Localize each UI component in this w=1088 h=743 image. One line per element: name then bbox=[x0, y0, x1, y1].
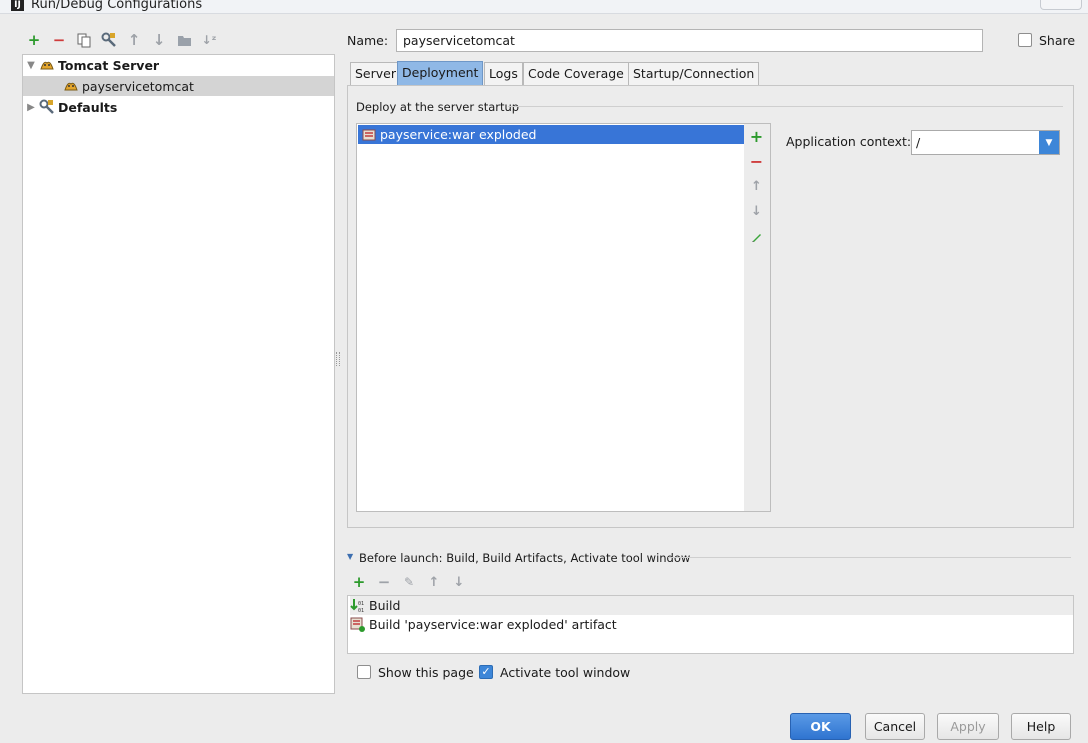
share-label: Share bbox=[1039, 33, 1076, 48]
tree-item-tomcat-server[interactable]: ▼ Tomcat Server bbox=[23, 55, 334, 75]
window-title: Run/Debug Configurations bbox=[31, 0, 203, 12]
svg-text:01: 01 bbox=[358, 601, 364, 607]
show-this-page-checkbox[interactable] bbox=[357, 665, 371, 679]
tab-server[interactable]: Server bbox=[350, 62, 401, 85]
app-icon: IJ bbox=[11, 0, 24, 11]
application-context-combo[interactable]: / ▼ bbox=[911, 130, 1060, 155]
group-divider bbox=[508, 106, 1063, 107]
move-up-icon[interactable]: ↑ bbox=[425, 573, 443, 591]
svg-text:01: 01 bbox=[358, 608, 364, 614]
application-context-value: / bbox=[916, 135, 921, 150]
cancel-button[interactable]: Cancel bbox=[865, 713, 925, 740]
list-item-label: Build bbox=[369, 598, 401, 613]
list-item-label: Build 'payservice:war exploded' artifact bbox=[369, 617, 617, 632]
window-close-button[interactable] bbox=[1040, 0, 1082, 10]
name-label: Name: bbox=[347, 33, 389, 48]
tab-logs[interactable]: Logs bbox=[484, 62, 523, 85]
activate-tool-window-label: Activate tool window bbox=[500, 665, 631, 680]
tree-item-payservicetomcat[interactable]: payservicetomcat bbox=[23, 76, 334, 96]
pencil-icon[interactable] bbox=[744, 224, 769, 249]
share-checkbox[interactable] bbox=[1018, 33, 1032, 47]
configuration-tree[interactable]: ▼ Tomcat Server payservicetomcat ▶ Defau… bbox=[22, 54, 335, 694]
tree-item-defaults[interactable]: ▶ Defaults bbox=[23, 97, 334, 117]
add-icon[interactable]: + bbox=[350, 573, 368, 591]
collapse-arrow-icon[interactable]: ▼ bbox=[347, 552, 353, 561]
move-down-icon[interactable]: ↓ bbox=[150, 31, 168, 49]
help-button[interactable]: Help bbox=[1011, 713, 1071, 740]
application-context-label: Application context: bbox=[786, 134, 912, 149]
list-item[interactable]: payservice:war exploded bbox=[358, 125, 744, 144]
tomcat-config-icon bbox=[63, 78, 79, 94]
copy-icon[interactable] bbox=[75, 31, 93, 49]
list-item-label: payservice:war exploded bbox=[380, 127, 537, 142]
tab-code-coverage[interactable]: Code Coverage bbox=[523, 62, 629, 85]
tomcat-icon bbox=[39, 57, 55, 73]
tree-label-payservicetomcat: payservicetomcat bbox=[82, 78, 194, 94]
move-up-icon[interactable]: ↑ bbox=[744, 174, 769, 199]
ok-button[interactable]: OK bbox=[790, 713, 851, 740]
build-icon: 01 01 bbox=[350, 598, 366, 614]
expand-arrow-icon[interactable]: ▶ bbox=[23, 102, 39, 113]
sort-icon[interactable]: ↓ᶻ bbox=[200, 31, 218, 49]
remove-icon[interactable]: − bbox=[50, 31, 68, 49]
build-artifact-icon bbox=[350, 617, 366, 633]
deployment-list[interactable]: payservice:war exploded bbox=[356, 123, 745, 512]
remove-icon[interactable]: − bbox=[375, 573, 393, 591]
tab-startup-connection[interactable]: Startup/Connection bbox=[628, 62, 760, 85]
move-down-icon[interactable]: ↓ bbox=[744, 199, 769, 224]
activate-tool-window-checkbox[interactable]: ✓ bbox=[479, 665, 493, 679]
tree-label-defaults: Defaults bbox=[58, 99, 118, 115]
deploy-group-title: Deploy at the server startup bbox=[356, 100, 520, 114]
wrench-icon bbox=[39, 99, 55, 115]
add-icon[interactable]: + bbox=[744, 124, 769, 149]
name-field[interactable]: payservicetomcat bbox=[396, 29, 983, 52]
before-launch-title[interactable]: Before launch: Build, Build Artifacts, A… bbox=[359, 551, 690, 565]
tree-label-tomcat-server: Tomcat Server bbox=[58, 57, 160, 73]
artifact-icon bbox=[361, 127, 377, 143]
show-this-page-label: Show this page bbox=[378, 665, 474, 680]
collapse-arrow-icon[interactable]: ▼ bbox=[23, 60, 39, 71]
apply-button[interactable]: Apply bbox=[937, 713, 999, 740]
before-launch-divider bbox=[668, 557, 1071, 558]
remove-icon[interactable]: − bbox=[744, 149, 769, 174]
move-up-icon[interactable]: ↑ bbox=[125, 31, 143, 49]
move-down-icon[interactable]: ↓ bbox=[450, 573, 468, 591]
edit-defaults-icon[interactable] bbox=[100, 31, 118, 49]
list-item[interactable]: 01 01 Build bbox=[350, 596, 1073, 615]
panel-splitter[interactable] bbox=[336, 352, 340, 366]
before-launch-list[interactable]: 01 01 Build Build 'payservice:war explode… bbox=[347, 595, 1074, 654]
list-side-toolbar: + − ↑ ↓ bbox=[744, 123, 771, 512]
folder-icon[interactable] bbox=[175, 31, 193, 49]
tab-deployment[interactable]: Deployment bbox=[397, 61, 484, 85]
chevron-down-icon[interactable]: ▼ bbox=[1039, 131, 1059, 154]
pencil-icon[interactable]: ✎ bbox=[400, 573, 418, 591]
list-item[interactable]: Build 'payservice:war exploded' artifact bbox=[350, 615, 1073, 634]
add-icon[interactable]: + bbox=[25, 31, 43, 49]
